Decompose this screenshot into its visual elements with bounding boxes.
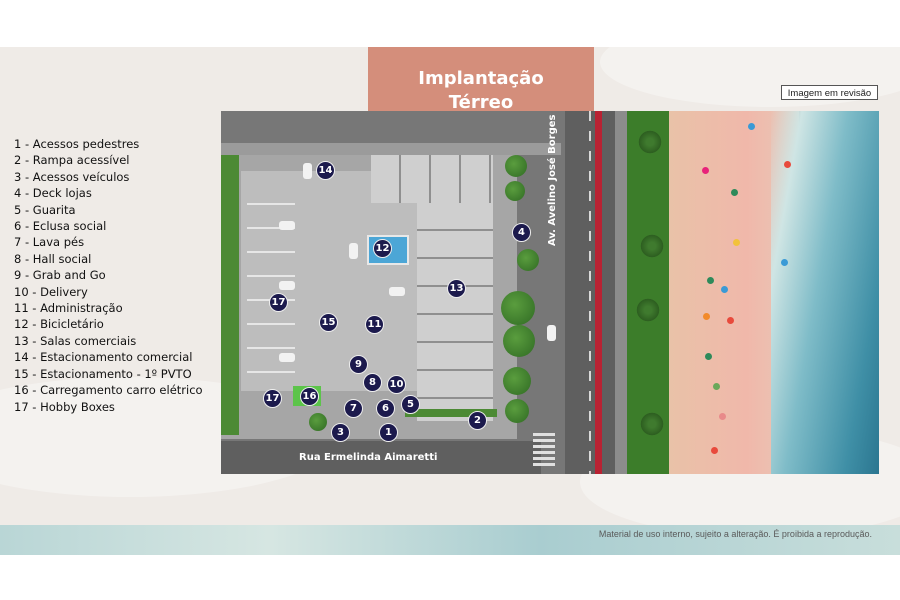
- marker-16[interactable]: 16: [300, 387, 319, 406]
- legend-item: 11 - Administração: [14, 301, 123, 316]
- marker-17[interactable]: 17: [269, 293, 288, 312]
- umbrella-icon: [707, 277, 714, 284]
- umbrella-icon: [781, 259, 788, 266]
- legend-item: 14 - Estacionamento comercial: [14, 350, 193, 365]
- tree-icon: [501, 291, 535, 325]
- palm-tree-icon: [635, 297, 661, 323]
- marker-9[interactable]: 9: [349, 355, 368, 374]
- marker-3[interactable]: 3: [331, 423, 350, 442]
- commercial-rooms-top: [371, 155, 493, 203]
- legend-item: 13 - Salas comerciais: [14, 333, 137, 348]
- umbrella-icon: [748, 123, 755, 130]
- palm-tree-icon: [639, 233, 665, 259]
- legend-item: 3 - Acessos veículos: [14, 169, 130, 184]
- tree-icon: [505, 181, 525, 201]
- car-icon: [349, 243, 358, 259]
- umbrella-icon: [711, 447, 718, 454]
- footnote: Material de uso interno, sujeito a alter…: [598, 529, 872, 539]
- garden-strip: [221, 155, 239, 435]
- legend-item: 9 - Grab and Go: [14, 268, 106, 283]
- street-label-avelino: Av. Avelino José Borges: [547, 114, 558, 247]
- palm-tree-icon: [639, 411, 665, 437]
- legend-item: 7 - Lava pés: [14, 235, 85, 250]
- legend-item: 4 - Deck lojas: [14, 186, 92, 201]
- umbrella-icon: [713, 383, 720, 390]
- marker-2[interactable]: 2: [468, 411, 487, 430]
- site-plan-map: Rua Ermelinda Aimaretti Av. Avelino José…: [221, 111, 879, 474]
- legend-list: 1 - Acessos pedestres 2 - Rampa acessíve…: [14, 136, 203, 415]
- marker-12[interactable]: 12: [373, 239, 392, 258]
- street-label-ermelinda: Rua Ermelinda Aimaretti: [299, 452, 438, 463]
- legend-item: 17 - Hobby Boxes: [14, 399, 115, 414]
- marker-15[interactable]: 15: [319, 313, 338, 332]
- marker-1[interactable]: 1: [379, 423, 398, 442]
- legend-item: 2 - Rampa acessível: [14, 153, 130, 168]
- umbrella-icon: [733, 239, 740, 246]
- legend-item: 1 - Acessos pedestres: [14, 137, 140, 151]
- marker-14[interactable]: 14: [316, 161, 335, 180]
- commercial-rooms: [417, 203, 493, 421]
- crosswalk: [533, 433, 555, 467]
- sidewalk: [221, 143, 561, 155]
- marker-17-hobby[interactable]: 17: [263, 389, 282, 408]
- marker-10[interactable]: 10: [387, 375, 406, 394]
- car-icon: [389, 287, 405, 296]
- marker-4[interactable]: 4: [512, 223, 531, 242]
- car-icon: [279, 221, 295, 230]
- marker-5[interactable]: 5: [401, 395, 420, 414]
- legend-item: 12 - Bicicletário: [14, 317, 104, 332]
- bike-lane: [595, 111, 602, 474]
- sidewalk-beach: [615, 111, 627, 474]
- legend-item: 16 - Carregamento carro elétrico: [14, 383, 203, 398]
- legend-item: 15 - Estacionamento - 1º PVTO: [14, 366, 192, 381]
- title-line-1: Implantação: [418, 67, 544, 89]
- marker-6[interactable]: 6: [376, 399, 395, 418]
- tree-icon: [505, 399, 529, 423]
- umbrella-icon: [721, 286, 728, 293]
- car-icon: [303, 163, 312, 179]
- slide-background: Implantação Térreo Imagem em revisão 1 -…: [0, 47, 900, 555]
- umbrella-icon: [705, 353, 712, 360]
- tree-icon: [503, 325, 535, 357]
- review-button[interactable]: Imagem em revisão: [781, 85, 878, 100]
- umbrella-icon: [784, 161, 791, 168]
- umbrella-icon: [719, 413, 726, 420]
- marker-7[interactable]: 7: [344, 399, 363, 418]
- marker-11[interactable]: 11: [365, 315, 384, 334]
- car-icon: [547, 325, 556, 341]
- umbrella-icon: [727, 317, 734, 324]
- lane-divider: [589, 111, 591, 474]
- legend-item: 8 - Hall social: [14, 251, 92, 266]
- tree-icon: [505, 155, 527, 177]
- tree-icon: [503, 367, 531, 395]
- marker-8[interactable]: 8: [363, 373, 382, 392]
- palm-tree-icon: [637, 129, 663, 155]
- car-icon: [279, 353, 295, 362]
- tree-icon: [309, 413, 327, 431]
- marker-13[interactable]: 13: [447, 279, 466, 298]
- umbrella-icon: [703, 313, 710, 320]
- legend-item: 6 - Eclusa social: [14, 219, 107, 234]
- car-icon: [279, 281, 295, 290]
- umbrella-icon: [702, 167, 709, 174]
- legend-item: 5 - Guarita: [14, 202, 76, 217]
- umbrella-icon: [731, 189, 738, 196]
- avenue-vertical: [565, 111, 615, 474]
- tree-icon: [517, 249, 539, 271]
- legend-item: 10 - Delivery: [14, 284, 88, 299]
